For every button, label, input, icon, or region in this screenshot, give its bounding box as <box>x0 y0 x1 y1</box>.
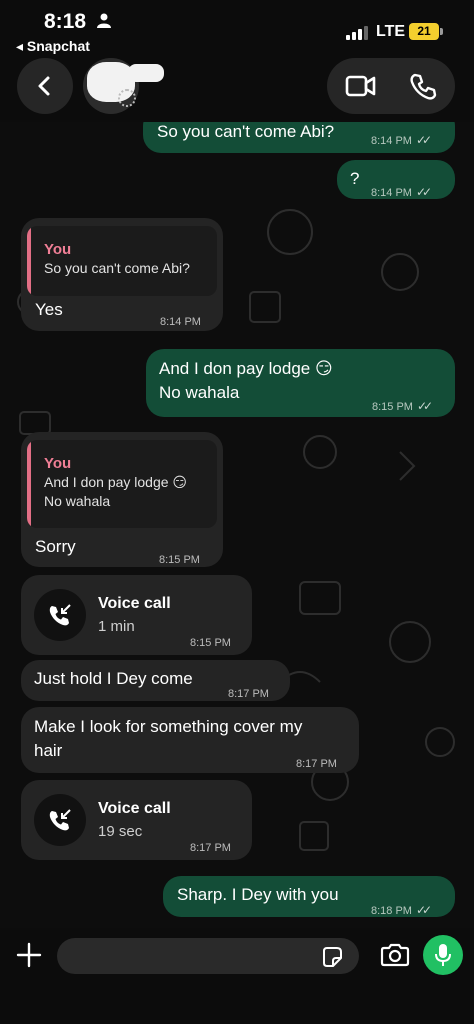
plus-icon[interactable] <box>16 942 42 968</box>
reply-quote[interactable]: You And I don pay lodge 😏 No wahala <box>27 440 217 528</box>
message-text-line-2: No wahala <box>159 383 240 402</box>
incoming-message[interactable]: You And I don pay lodge 😏 No wahala Sorr… <box>21 432 223 567</box>
quote-accent-bar <box>27 440 31 528</box>
quote-text-line-2: No wahala <box>44 493 111 509</box>
signal-icon <box>346 26 368 40</box>
call-title: Voice call <box>98 595 171 612</box>
message-text: Yes <box>35 300 63 319</box>
incoming-message[interactable]: You So you can't come Abi? Yes 8:14 PM <box>21 218 223 331</box>
person-icon <box>97 13 111 28</box>
incoming-message[interactable]: Just hold I Dey come 8:17 PM <box>21 660 290 701</box>
clock: 8:18 <box>44 10 87 33</box>
back-button[interactable] <box>17 58 73 114</box>
time-label: 8:18 PM <box>371 905 412 917</box>
status-bar: 8:18 ◂ Snapchat LTE 21 <box>0 0 474 56</box>
incoming-message[interactable]: Make I look for something cover my hair … <box>21 707 359 773</box>
quote-text: And I don pay lodge 😏 <box>44 474 188 490</box>
contact-name-redaction[interactable] <box>128 64 164 82</box>
battery-icon: 21 <box>409 23 439 40</box>
message-text: Sharp. I Dey with you <box>177 885 339 904</box>
outgoing-message[interactable]: Sharp. I Dey with you 8:18 PM ✓✓ <box>163 876 455 917</box>
message-time: 8:18 PM ✓✓ <box>371 898 432 923</box>
read-ticks-icon: ✓✓ <box>415 903 432 917</box>
back-app-label: Snapchat <box>26 38 90 54</box>
call-duration: 19 sec <box>98 823 143 840</box>
message-time: 8:15 PM ✓✓ <box>372 394 433 419</box>
video-call-icon[interactable] <box>345 73 377 99</box>
time-label: 8:17 PM <box>228 688 269 700</box>
message-text: So you can't come Abi? <box>157 122 335 141</box>
message-time: 8:15 PM <box>159 548 200 572</box>
message-text: ? <box>350 169 360 188</box>
microphone-icon <box>435 944 451 966</box>
call-actions <box>327 58 455 114</box>
voice-call-message[interactable]: Voice call 1 min 8:15 PM <box>21 575 252 655</box>
camera-icon[interactable] <box>380 943 410 967</box>
message-time: 8:14 PM ✓✓ <box>371 180 432 205</box>
outgoing-message[interactable]: And I don pay lodge 😏 No wahala 8:15 PM ✓… <box>146 349 455 417</box>
message-text-line-2: hair <box>34 741 63 760</box>
message-text: And I don pay lodge 😏 <box>159 359 333 378</box>
message-time: 8:15 PM <box>190 631 231 655</box>
time-label: 8:15 PM <box>372 401 413 413</box>
quote-accent-bar <box>27 226 31 296</box>
missed-call-badge <box>34 794 86 846</box>
quote-text: So you can't come Abi? <box>44 260 190 276</box>
call-title: Voice call <box>98 800 171 817</box>
outgoing-message[interactable]: ? 8:14 PM ✓✓ <box>337 160 455 199</box>
message-time: 8:17 PM <box>228 682 269 706</box>
back-to-app-link[interactable]: ◂ Snapchat <box>16 38 90 55</box>
time-label: 8:14 PM <box>371 187 412 199</box>
outgoing-message[interactable]: So you can't come Abi? 8:14 PM ✓✓ <box>143 122 455 153</box>
message-time: 8:14 PM <box>160 310 201 334</box>
incoming-call-icon <box>49 809 71 831</box>
time-label: 8:14 PM <box>160 316 201 328</box>
incoming-call-icon <box>49 604 71 626</box>
time-label: 8:15 PM <box>159 554 200 566</box>
message-time: 8:14 PM ✓✓ <box>371 128 432 153</box>
reply-quote[interactable]: You So you can't come Abi? <box>27 226 217 296</box>
read-ticks-icon: ✓✓ <box>415 185 432 199</box>
time-label: 8:15 PM <box>190 637 231 649</box>
time-label: 8:17 PM <box>296 758 337 770</box>
message-input[interactable] <box>57 938 359 974</box>
chevron-left-icon <box>38 76 50 96</box>
status-ring-icon <box>118 89 136 107</box>
message-time: 8:17 PM <box>296 752 337 776</box>
battery-tip <box>440 28 443 35</box>
read-ticks-icon: ✓✓ <box>416 399 433 413</box>
message-list[interactable]: So you can't come Abi? 8:14 PM ✓✓ ? 8:14 … <box>0 122 474 928</box>
message-time: 8:17 PM <box>190 836 231 860</box>
sticker-icon[interactable] <box>320 945 344 969</box>
time-label: 8:14 PM <box>371 135 412 147</box>
read-ticks-icon: ✓✓ <box>415 133 432 147</box>
time-label: 8:17 PM <box>190 842 231 854</box>
chat-header <box>0 56 474 122</box>
composer-bar <box>0 928 474 1024</box>
network-label: LTE <box>376 23 406 40</box>
message-text: Make I look for something cover my <box>34 717 303 736</box>
missed-call-badge <box>34 589 86 641</box>
call-duration: 1 min <box>98 618 135 635</box>
message-text: Just hold I Dey come <box>34 669 193 688</box>
message-text: Sorry <box>35 537 76 556</box>
phone-icon[interactable] <box>409 73 437 101</box>
voice-record-button[interactable] <box>423 935 463 975</box>
voice-call-message[interactable]: Voice call 19 sec 8:17 PM <box>21 780 252 860</box>
